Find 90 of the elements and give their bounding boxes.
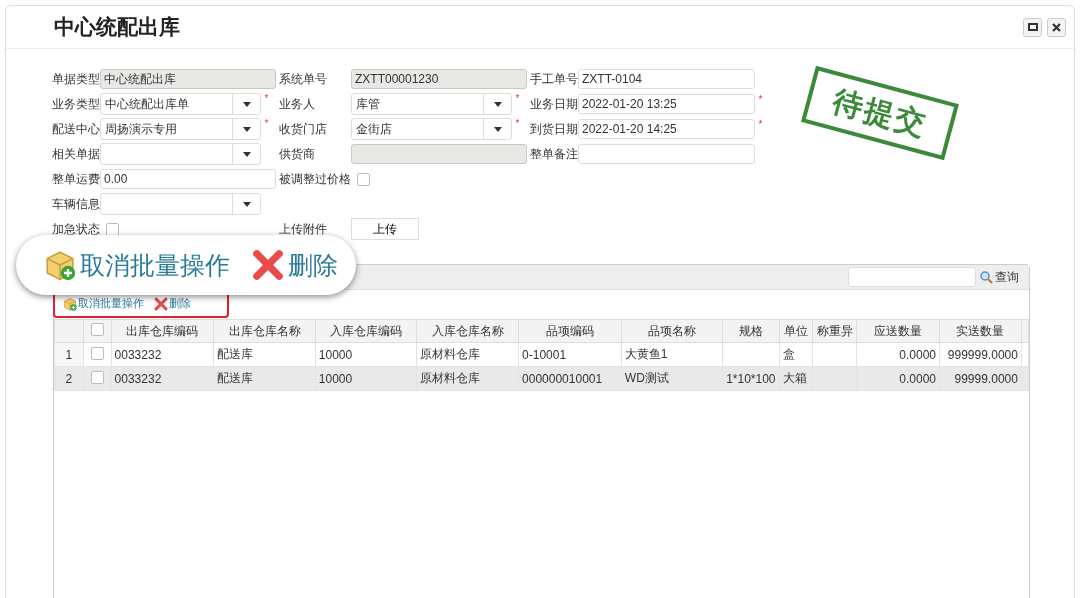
field-label: 业务人 (279, 95, 316, 113)
column-header: 品项编码 (518, 319, 622, 343)
dropdown-field[interactable]: 库管 (351, 93, 512, 115)
box-add-icon (63, 296, 77, 311)
column-header: 应送数量 (856, 319, 940, 343)
table-cell: 10000 (315, 342, 417, 367)
field-label: 被调整过价格 (279, 170, 351, 188)
caret-icon (242, 101, 251, 107)
field-label: 加急状态 (52, 220, 100, 238)
column-header: 实送数量 (939, 319, 1022, 343)
dropdown-field[interactable] (100, 193, 261, 215)
row-checkbox[interactable] (90, 370, 104, 384)
checkbox[interactable] (357, 172, 370, 186)
caret-icon (242, 201, 251, 207)
caret-icon (242, 151, 251, 157)
dropdown-field[interactable]: 周扬演示专用 (100, 118, 261, 140)
caret-icon (493, 101, 502, 107)
search-icon (980, 270, 993, 284)
required-mark: * (514, 118, 521, 129)
window-title: 中心统配出库 (54, 14, 180, 40)
search-field[interactable] (848, 267, 976, 287)
field-label: 业务日期 (530, 95, 578, 113)
column-header: 入库仓库编码 (315, 319, 417, 343)
field-label: 单据类型 (52, 70, 100, 88)
table-cell: 0-10001 (518, 342, 622, 367)
table-cell: 10000 (315, 366, 417, 391)
search-button[interactable]: 查询 (980, 268, 1019, 286)
close-icon (1052, 22, 1061, 32)
upload-button[interactable]: 上传 (351, 218, 419, 240)
field-label: 配送中心 (52, 120, 100, 138)
select-all-checkbox[interactable] (90, 323, 104, 336)
caret-icon (242, 126, 251, 132)
row-number: 1 (54, 342, 84, 367)
field-label: 车辆信息 (52, 195, 100, 213)
field-label: 收货门店 (279, 120, 328, 138)
required-mark: * (263, 93, 270, 104)
column-header: 出库仓库名称 (213, 319, 316, 343)
box-add-icon (44, 249, 76, 281)
column-header: 单位 (779, 319, 813, 343)
field-label: 相关单据 (52, 145, 100, 163)
input-field[interactable] (578, 144, 755, 164)
delete-x-icon (154, 296, 168, 311)
field-label: 手工单号 (530, 70, 578, 88)
readonly-field: 中心统配出库 (100, 69, 276, 89)
input-field[interactable]: 2022-01-20 13:25 (578, 94, 755, 114)
field-label: 上传附件 (279, 220, 328, 238)
input-field[interactable]: 2022-01-20 14:25 (578, 119, 755, 139)
dropdown-field[interactable]: 金街店 (351, 118, 512, 140)
field-label: 整单运费 (52, 170, 100, 188)
caret-icon (493, 126, 502, 132)
row-checkbox[interactable] (90, 346, 104, 360)
column-header: 称重异 (812, 319, 857, 343)
field-label: 系统单号 (279, 70, 328, 88)
field-label: 到货日期 (530, 120, 578, 138)
required-mark: * (263, 118, 270, 129)
row-number: 2 (54, 366, 84, 391)
required-mark: * (757, 119, 764, 130)
table-cell: 配送库 (213, 342, 316, 367)
input-field[interactable]: ZXTT-0104 (578, 69, 755, 89)
maximize-icon (1027, 23, 1038, 31)
dropdown-field[interactable]: 中心统配出库单 (100, 93, 261, 115)
table-cell: 0033232 (111, 342, 214, 367)
toolbar-button[interactable]: 取消批量操作 (63, 296, 144, 311)
table-cell: 0033232 (111, 366, 214, 391)
field-label: 供货商 (279, 145, 316, 163)
toolbar-button[interactable]: 取消批量操作 (44, 248, 230, 282)
table-cell: 原材料仓库 (416, 366, 519, 391)
checkbox[interactable] (106, 222, 119, 236)
table-cell: 配送库 (213, 366, 316, 391)
column-header: 规格 (722, 319, 779, 343)
delete-x-icon (252, 249, 284, 281)
dropdown-field[interactable] (100, 143, 261, 165)
toolbar-button[interactable]: 删除 (252, 248, 338, 282)
required-mark: * (757, 94, 764, 105)
required-mark: * (514, 93, 521, 104)
table-cell: 000000010001 (518, 366, 622, 391)
field-label: 业务类型 (52, 95, 100, 113)
maximize-button[interactable] (1023, 17, 1042, 37)
column-header: 入库仓库名称 (416, 319, 519, 343)
table-cell: 原材料仓库 (416, 342, 519, 367)
table-cell: WD测试 (621, 366, 723, 391)
close-button[interactable] (1047, 17, 1066, 37)
readonly-field: ZXTT00001230 (351, 69, 527, 89)
column-header: 品项名称 (621, 319, 723, 343)
input-field[interactable]: 0.00 (100, 169, 276, 189)
status-stamp: 待提交 (801, 65, 959, 161)
toolbar-button[interactable]: 删除 (154, 296, 191, 311)
table-cell: 大黄鱼1 (621, 342, 723, 367)
column-header: 出库仓库编码 (111, 319, 214, 343)
field-label: 整单备注 (530, 145, 578, 163)
